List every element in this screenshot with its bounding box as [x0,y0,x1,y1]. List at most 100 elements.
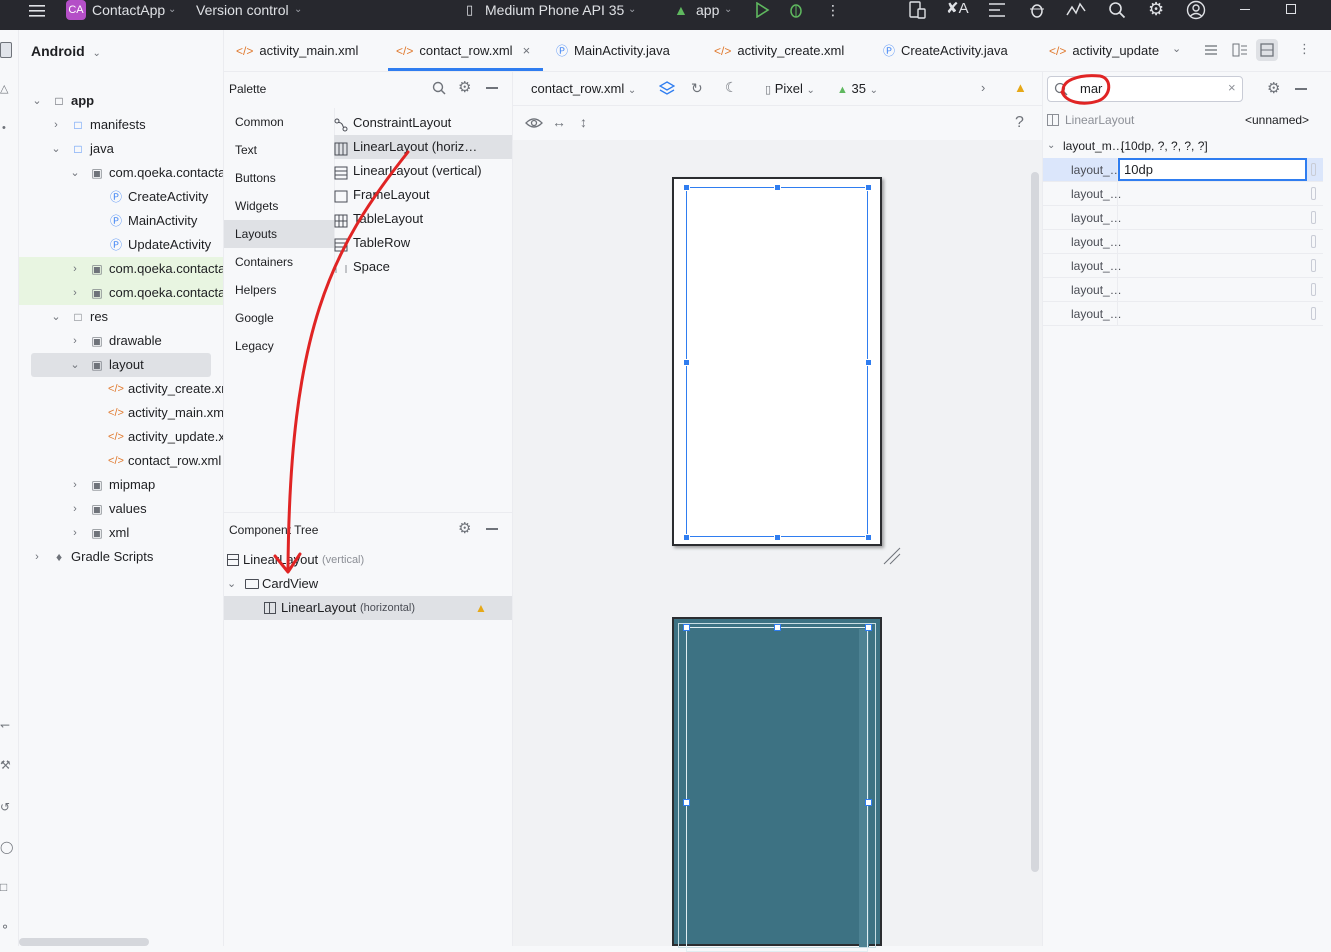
palette-category-legacy[interactable]: Legacy [224,332,334,360]
expand-chevron-icon[interactable]: › [69,281,81,305]
component-id-field[interactable]: <unnamed> [1245,113,1309,127]
search-everywhere-icon[interactable] [1108,1,1126,22]
more-actions-icon[interactable]: ⋮ [826,0,840,30]
collapse-chevron-icon[interactable]: ⌄ [227,572,236,596]
attribute-value-input[interactable] [1118,302,1307,325]
settings-gear-icon[interactable]: ⚙ [1148,0,1164,18]
collapse-chevron-icon[interactable]: ⌄ [50,305,62,329]
attribute-row[interactable]: layout_… [1043,182,1323,206]
design-preview-frame[interactable] [672,177,882,546]
palette-item[interactable]: Space [334,255,512,279]
resize-handle[interactable] [774,534,781,541]
expand-chevron-icon[interactable]: › [69,497,81,521]
file-selector[interactable]: contact_row.xml ⌄ [531,81,636,96]
tree-item[interactable]: › ▣ drawable [19,329,223,353]
main-menu-icon[interactable] [28,2,46,20]
design-mode-layers-icon[interactable] [658,80,676,99]
code-view-icon[interactable] [1204,43,1218,60]
debug-icon[interactable] [788,2,804,21]
attribute-value-input[interactable] [1118,254,1307,277]
minimize-window-icon[interactable] [1240,9,1250,10]
attribute-row[interactable]: layout_… [1043,230,1323,254]
attribute-value-input[interactable] [1118,230,1307,253]
project-view-selector[interactable]: Android ⌄ [31,43,101,59]
resize-handle[interactable] [683,359,690,366]
tree-item[interactable]: </> activity_update.x [19,425,223,449]
structure-tool-icon[interactable]: • [2,122,6,134]
resize-handle[interactable] [865,799,872,806]
collapse-chevron-icon[interactable]: ⌄ [69,161,81,185]
attribute-row[interactable]: layout_… [1043,254,1323,278]
tree-item[interactable]: </> activity_create.xm [19,377,223,401]
build-tool-icon[interactable]: ⚒ [0,758,11,772]
resource-picker-icon[interactable] [1311,307,1316,320]
resource-picker-icon[interactable] [1311,211,1316,224]
collapse-chevron-icon[interactable]: ⌄ [50,137,62,161]
palette-category-helpers[interactable]: Helpers [224,276,334,304]
version-control-tool-icon[interactable]: ⚬ [0,920,10,934]
tree-item[interactable]: › ▣ xml [19,521,223,545]
blueprint-preview-frame[interactable] [672,617,882,952]
resize-handle[interactable] [683,624,690,631]
expand-chevron-icon[interactable]: › [31,545,43,569]
attributes-hide-icon[interactable] [1295,88,1307,90]
canvas-resize-grip-icon[interactable] [882,546,902,569]
component-tree-settings-gear-icon[interactable]: ⚙ [458,519,471,537]
device-selector[interactable]: Medium Phone API 35 [485,0,624,30]
pan-horizontal-icon[interactable]: ↔ [552,114,566,130]
tree-node-linear-horizontal[interactable]: LinearLayout (horizontal) ▲ [224,596,512,620]
attributes-settings-gear-icon[interactable]: ⚙ [1267,79,1280,97]
api-level-selector[interactable]: ▲ 35 ⌄ [837,81,878,96]
tree-item[interactable]: › ▣ mipmap [19,473,223,497]
editor-options-icon[interactable]: ⋮ [1298,41,1311,57]
tree-item[interactable]: › ▣ values [19,497,223,521]
collapse-chevron-icon[interactable]: ⌄ [69,353,81,377]
vcs-menu[interactable]: Version control [196,0,289,30]
logcat-tool-icon[interactable]: ↽ [0,718,10,732]
tab-activity-main[interactable]: </> activity_main.xml [236,30,358,72]
palette-category-buttons[interactable]: Buttons [224,164,334,192]
resize-handle[interactable] [683,799,690,806]
palette-item[interactable]: ConstraintLayout [334,111,512,135]
tree-item[interactable]: › □ manifests [19,113,223,137]
collapse-chevron-icon[interactable]: ⌄ [31,89,43,113]
palette-hide-icon[interactable] [486,87,498,89]
tree-item[interactable]: Ⓟ MainActivity [19,209,223,233]
tree-item[interactable]: › ▣ com.qoeka.contacta [19,257,223,281]
terminal-tool-icon[interactable]: □ [0,880,7,894]
palette-category-widgets[interactable]: Widgets [224,192,334,220]
palette-item[interactable]: LinearLayout (vertical) [334,159,512,183]
tab-activity-create[interactable]: </> activity_create.xml [714,30,844,72]
palette-item[interactable]: TableRow [334,231,512,255]
run-icon[interactable] [754,1,770,21]
resize-handle[interactable] [683,184,690,191]
resize-handle[interactable] [683,534,690,541]
resize-handle[interactable] [865,184,872,191]
palette-category-common[interactable]: Common [224,108,334,136]
palette-item[interactable]: TableLayout [334,207,512,231]
clear-search-icon[interactable]: × [1228,80,1236,95]
attribute-value-input[interactable]: 10dp [1118,158,1307,181]
expand-chevron-icon[interactable]: ⌄ [1047,134,1055,158]
run-config-chevron-icon[interactable]: ⌄ [724,0,732,30]
resource-picker-icon[interactable] [1311,259,1316,272]
device-preview-selector[interactable]: ▯ Pixel ⌄ [765,81,815,96]
tab-main-activity[interactable]: Ⓟ MainActivity.java [556,30,670,72]
attribute-value-input[interactable] [1118,278,1307,301]
resize-handle[interactable] [774,184,781,191]
resize-handle[interactable] [774,624,781,631]
split-view-icon[interactable] [1232,43,1248,60]
palette-category-layouts[interactable]: Layouts [224,220,334,248]
tree-item[interactable]: </> contact_row.xml [19,449,223,473]
tree-node-cardview[interactable]: ⌄ CardView [224,572,512,596]
tab-contact-row[interactable]: </> contact_row.xml × [396,30,530,72]
palette-category-google[interactable]: Google [224,304,334,332]
tree-item[interactable]: › ▣ com.qoeka.contacta [19,281,223,305]
attribute-row[interactable]: layout_… [1043,302,1323,326]
palette-category-containers[interactable]: Containers [224,248,334,276]
resource-picker-icon[interactable] [1311,163,1316,176]
app-inspection-icon[interactable]: ↺ [0,800,10,814]
palette-search-icon[interactable] [432,81,446,98]
device-chevron-icon[interactable]: ⌄ [628,0,636,30]
tree-node-root[interactable]: LinearLayout (vertical) [224,548,512,572]
